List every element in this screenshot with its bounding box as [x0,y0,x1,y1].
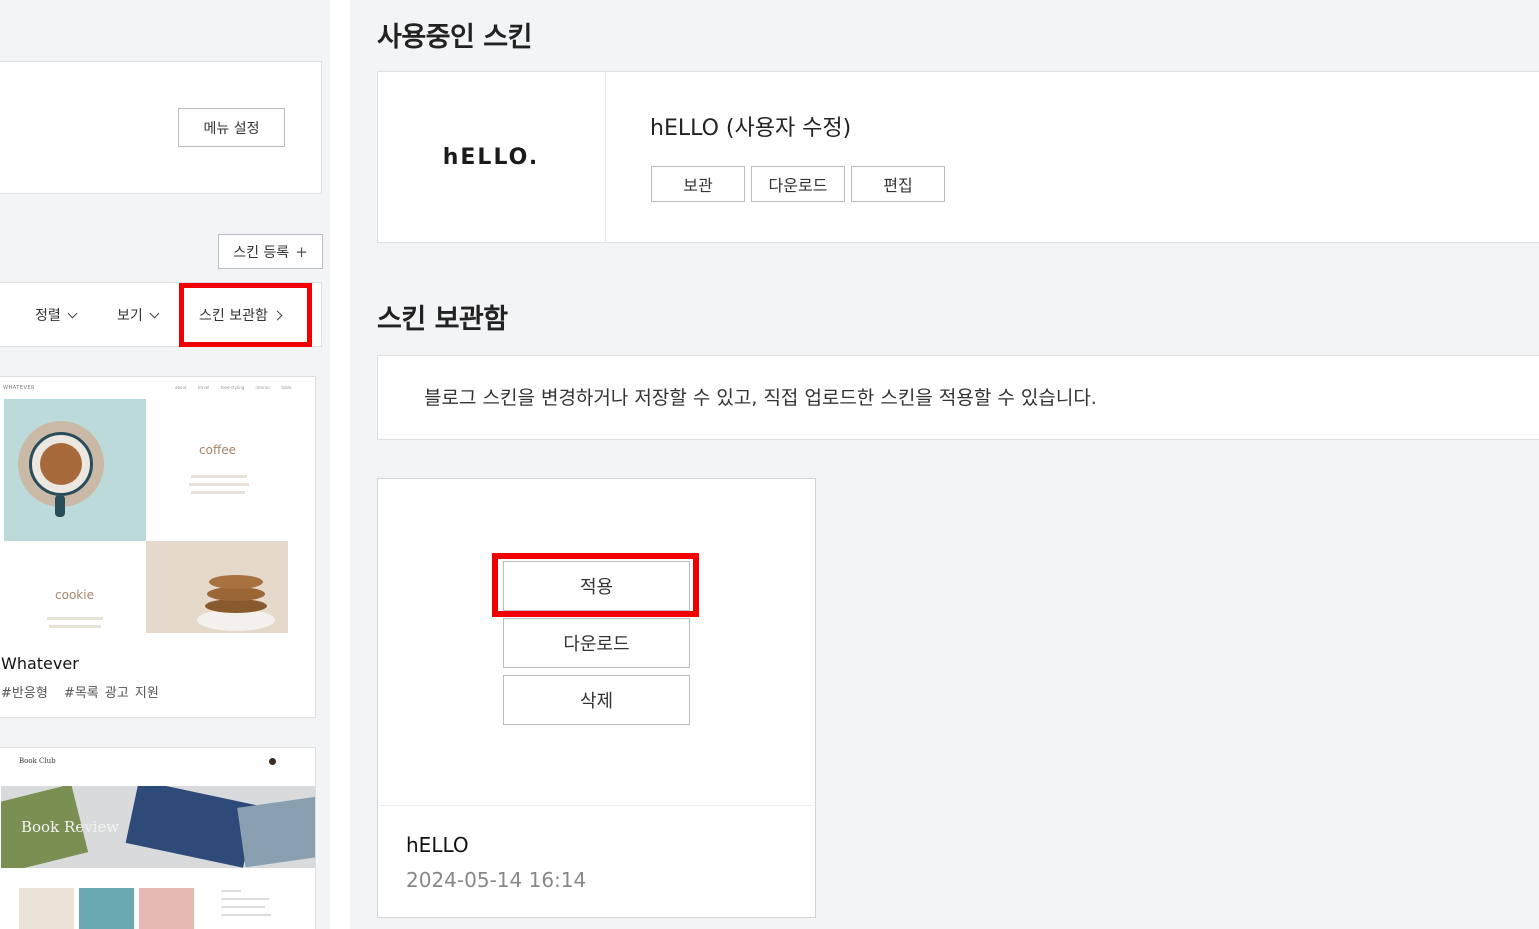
skin-card-book-club[interactable]: Book Club Book Review [0,747,316,929]
sort-dropdown[interactable]: 정렬 [35,305,78,325]
preview-text-line [47,617,103,620]
archived-download-button[interactable]: 다운로드 [503,618,690,668]
preview-word-coffee: coffee [199,443,236,457]
coffee-text-tile [146,399,288,541]
skin-preview-thumbnail: WHATEVER about travel food-styling inter… [0,377,315,633]
archived-skin-date: 2024-05-14 16:14 [406,868,587,892]
cookie-shape [205,599,267,613]
preview-text-line [221,914,271,916]
skin-tag: #목록 광고 지원 [63,686,159,701]
skin-archive-link[interactable]: 스킨 보관함 [199,305,283,325]
archived-skin-name: hELLO [406,833,469,857]
register-skin-label: 스킨 등록 [233,244,290,261]
skin-archive-link-label: 스킨 보관함 [199,308,268,324]
preview-banner-title: Book Review [21,818,120,836]
preview-avatar-dot [269,758,276,765]
download-button[interactable]: 다운로드 [751,166,845,202]
card-divider [379,805,814,806]
delete-button[interactable]: 삭제 [503,675,690,725]
cup-handle-shape [55,495,65,517]
chevron-right-icon [272,310,283,320]
preview-nav: about travel food-styling interior table [175,385,292,390]
cookie-shape [209,575,263,589]
preview-text-line [221,906,265,908]
chevron-down-icon [67,308,78,318]
skin-tag: #반응형 [1,686,48,701]
preview-thumb [79,888,134,929]
current-skin-logo: hELLO. [442,144,540,170]
menu-settings-label: 메뉴 설정 [203,120,260,137]
preview-header: WHATEVER [3,385,36,391]
skin-card-tags: #반응형 #목록 광고 지원 [1,682,169,701]
preview-thumb [139,888,194,929]
view-dropdown[interactable]: 보기 [117,305,160,325]
view-label: 보기 [117,308,143,324]
preview-header: Book Club [19,757,56,765]
preview-text-line [49,625,101,628]
book-banner-image: Book Review [1,786,315,868]
skin-card-title: Whatever [1,654,79,673]
preview-text-line [221,890,241,892]
coffee-shape [40,443,82,485]
preview-text-line [189,483,249,486]
plus-icon: + [295,242,308,261]
preview-word-cookie: cookie [55,588,94,602]
book-shape [237,796,315,868]
skin-card-whatever[interactable]: WHATEVER about travel food-styling inter… [0,376,316,718]
menu-settings-button[interactable]: 메뉴 설정 [178,108,285,147]
register-skin-button[interactable]: 스킨 등록 + [218,234,323,269]
skin-archive-title: 스킨 보관함 [377,304,508,335]
preview-thumb [19,888,74,929]
current-skin-title: 사용중인 스킨 [377,22,532,53]
preview-text-line [191,475,247,478]
preview-text-line [191,491,245,494]
sort-label: 정렬 [35,308,61,324]
preview-text-line [221,898,269,900]
skin-archive-description: 블로그 스킨을 변경하거나 저장할 수 있고, 직접 업로드한 스킨을 적용할 … [424,387,1097,409]
apply-button[interactable]: 적용 [503,561,690,611]
archive-button[interactable]: 보관 [651,166,745,202]
edit-button[interactable]: 편집 [851,166,945,202]
pane-divider [330,0,350,929]
chevron-down-icon [149,308,160,318]
current-skin-logo-cell: hELLO. [377,71,606,243]
book-shape [125,786,257,868]
current-skin-name: hELLO (사용자 수정) [650,116,852,141]
cookie-shape [207,587,265,601]
